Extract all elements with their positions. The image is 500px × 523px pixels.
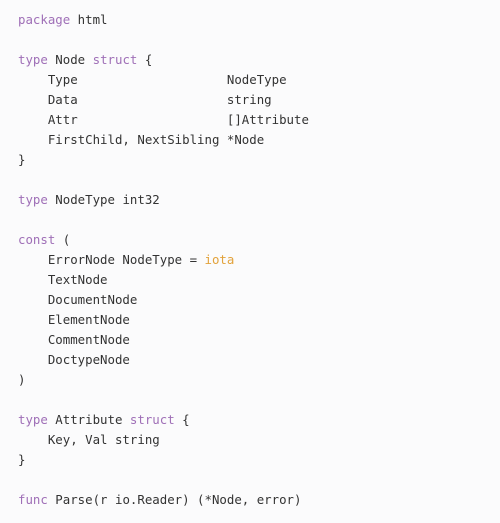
- code-token: const: [18, 232, 55, 247]
- code-token: type: [18, 412, 48, 427]
- code-token: DoctypeNode: [18, 352, 130, 367]
- code-token: Attribute: [48, 412, 130, 427]
- code-token: }: [18, 452, 25, 467]
- code-token: struct: [130, 412, 175, 427]
- code-token: Parse(r io.Reader) (*Node, error): [48, 492, 302, 507]
- code-token: NodeType int32: [48, 192, 160, 207]
- code-token: type: [18, 52, 48, 67]
- code-token: type: [18, 192, 48, 207]
- code-token: ErrorNode NodeType =: [18, 252, 205, 267]
- code-token: ElementNode: [18, 312, 130, 327]
- code-token: func: [18, 492, 48, 507]
- code-token: TextNode: [18, 272, 108, 287]
- code-token: Key, Val string: [18, 432, 160, 447]
- code-token: {: [175, 412, 190, 427]
- code-token: {: [137, 52, 152, 67]
- code-token: (: [55, 232, 70, 247]
- code-token: CommentNode: [18, 332, 130, 347]
- code-token: Type NodeType: [18, 72, 287, 87]
- code-block: package html type Node struct { Type Nod…: [0, 0, 500, 520]
- code-token: struct: [93, 52, 138, 67]
- code-token: ): [18, 372, 25, 387]
- code-token: package: [18, 12, 70, 27]
- code-token: }: [18, 152, 25, 167]
- code-token: DocumentNode: [18, 292, 137, 307]
- code-token: html: [70, 12, 107, 27]
- code-token: Node: [48, 52, 93, 67]
- code-token: FirstChild, NextSibling *Node: [18, 132, 264, 147]
- code-token: Data string: [18, 92, 272, 107]
- code-token: iota: [205, 252, 235, 267]
- code-token: Attr []Attribute: [18, 112, 309, 127]
